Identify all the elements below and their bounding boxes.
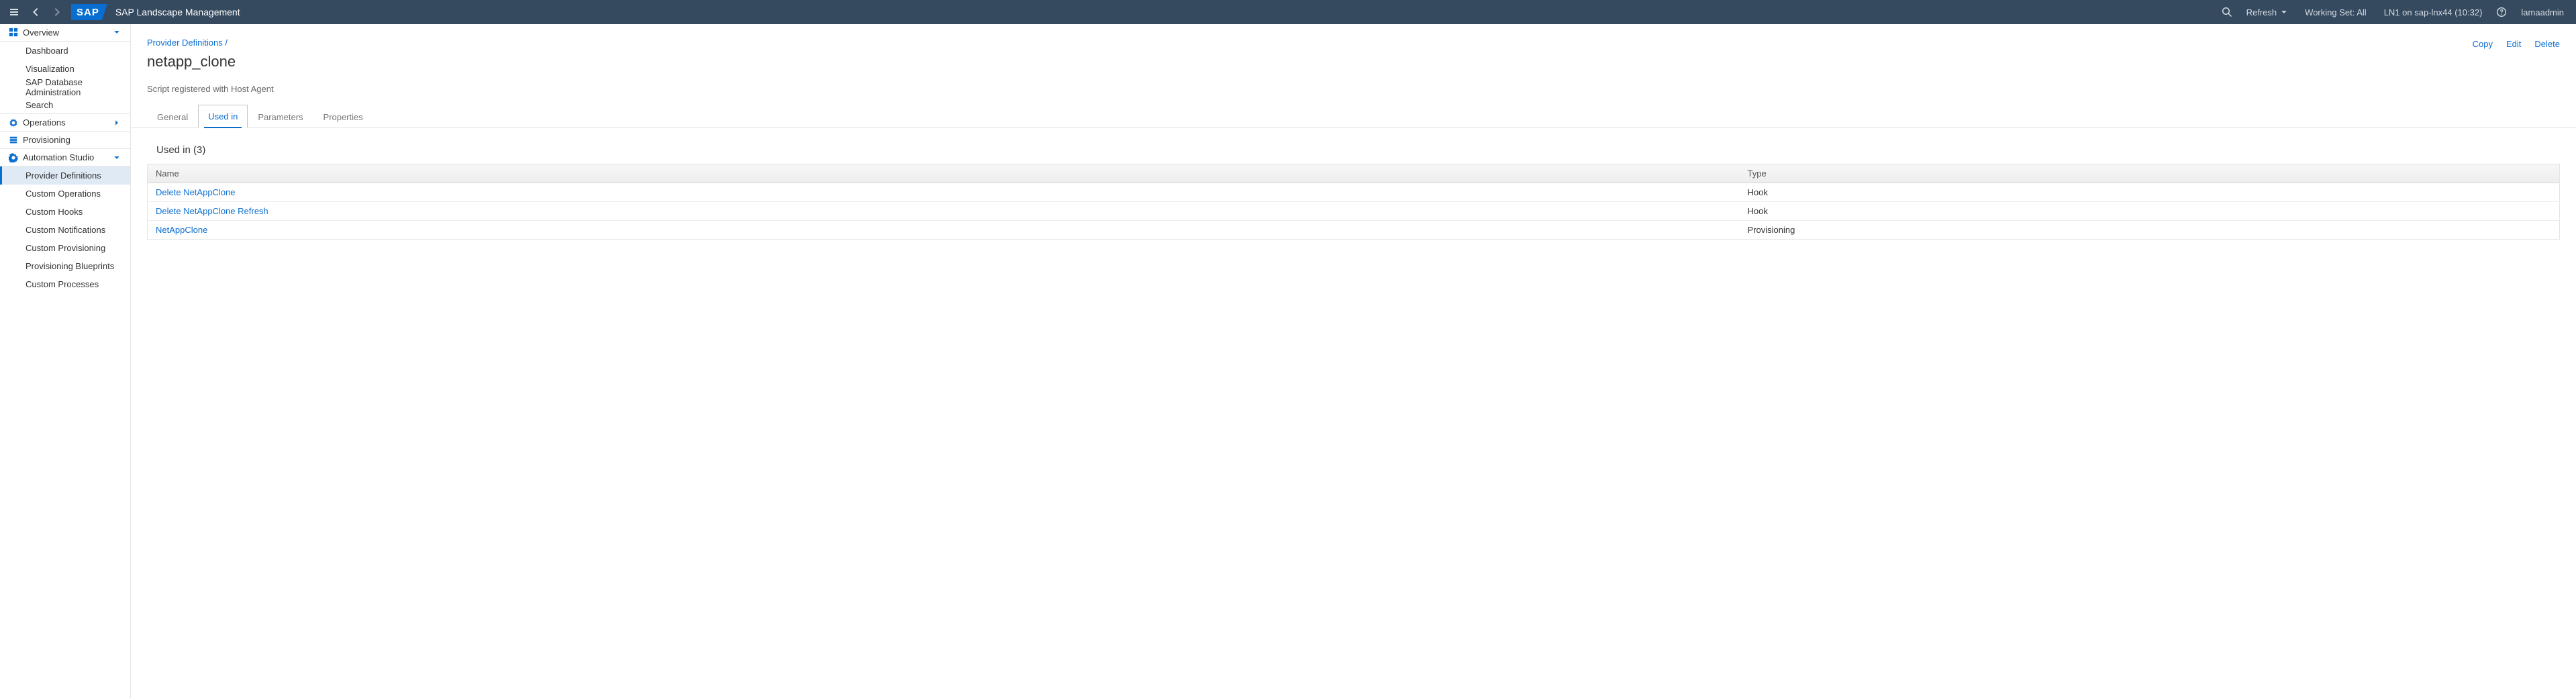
refresh-button[interactable]: Refresh <box>2240 3 2295 21</box>
sidebar-item-dashboard[interactable]: Dashboard <box>0 42 130 60</box>
table-row[interactable]: Delete NetAppClone Hook <box>148 183 2560 202</box>
provisioning-icon <box>7 136 20 145</box>
row-name-link[interactable]: Delete NetAppClone <box>148 183 1740 202</box>
table-header-row: Name Type <box>148 164 2560 183</box>
sidebar: Overview Dashboard Visualization SAP Dat… <box>0 24 131 698</box>
help-icon <box>2496 7 2507 17</box>
layout: Overview Dashboard Visualization SAP Dat… <box>0 24 2576 698</box>
top-bar: SAP SAP Landscape Management Refresh Wor… <box>0 0 2576 24</box>
operations-icon <box>7 118 20 128</box>
delete-button[interactable]: Delete <box>2534 39 2560 49</box>
row-type: Hook <box>1740 183 2560 202</box>
breadcrumb-separator: / <box>225 38 228 48</box>
copy-button[interactable]: Copy <box>2473 39 2493 49</box>
row-name-link[interactable]: Delete NetAppClone Refresh <box>148 202 1740 221</box>
column-name[interactable]: Name <box>148 164 1740 183</box>
sidebar-section-operations[interactable]: Operations <box>0 113 130 132</box>
used-in-heading: Used in (3) <box>131 128 2576 164</box>
sidebar-section-overview[interactable]: Overview <box>0 24 130 42</box>
tab-used-in[interactable]: Used in <box>198 105 248 128</box>
search-icon <box>2222 7 2232 17</box>
sap-logo: SAP <box>71 4 107 20</box>
working-set-selector[interactable]: Working Set: All <box>2298 3 2373 21</box>
tab-parameters[interactable]: Parameters <box>248 105 313 128</box>
sidebar-item-custom-notifications[interactable]: Custom Notifications <box>0 221 130 239</box>
sidebar-item-label: Visualization <box>26 64 75 74</box>
system-info-label: LN1 on sap-lnx44 (10:32) <box>2384 7 2483 17</box>
overview-icon <box>7 28 20 37</box>
nav-back-button[interactable] <box>27 3 44 21</box>
app-title: SAP Landscape Management <box>115 7 240 17</box>
page-header: Provider Definitions / netapp_clone Copy… <box>131 24 2576 77</box>
row-type: Provisioning <box>1740 221 2560 240</box>
sidebar-item-label: Provider Definitions <box>26 170 101 181</box>
chevron-down-icon <box>2281 9 2287 15</box>
row-name-link[interactable]: NetAppClone <box>148 221 1740 240</box>
sidebar-label: Overview <box>20 28 110 38</box>
sidebar-item-dbadmin[interactable]: SAP Database Administration <box>0 78 130 96</box>
chevron-down-icon <box>110 154 123 161</box>
nav-forward-button[interactable] <box>48 3 66 21</box>
sidebar-label: Provisioning <box>20 135 123 145</box>
sidebar-item-label: Search <box>26 100 53 110</box>
page-actions: Copy Edit Delete <box>2473 38 2560 49</box>
user-name: lamaadmin <box>2521 7 2564 17</box>
sidebar-item-label: Provisioning Blueprints <box>26 261 114 271</box>
tab-general[interactable]: General <box>147 105 198 128</box>
breadcrumb: Provider Definitions / <box>147 38 2473 48</box>
page-title: netapp_clone <box>147 53 2473 70</box>
user-menu[interactable]: lamaadmin <box>2514 3 2571 21</box>
sidebar-item-visualization[interactable]: Visualization <box>0 60 130 78</box>
tab-bar: General Used in Parameters Properties <box>131 105 2576 128</box>
sidebar-item-custom-processes[interactable]: Custom Processes <box>0 275 130 293</box>
sidebar-label: Operations <box>20 117 110 128</box>
chevron-down-icon <box>110 29 123 36</box>
chevron-right-icon <box>110 119 123 126</box>
breadcrumb-parent-link[interactable]: Provider Definitions <box>147 38 223 48</box>
page-subtitle: Script registered with Host Agent <box>131 77 2576 105</box>
sidebar-item-custom-operations[interactable]: Custom Operations <box>0 185 130 203</box>
sidebar-item-label: Custom Processes <box>26 279 99 289</box>
edit-button[interactable]: Edit <box>2506 39 2521 49</box>
used-in-table: Name Type Delete NetAppClone Hook Delete… <box>147 164 2560 240</box>
column-type[interactable]: Type <box>1740 164 2560 183</box>
main-content: Provider Definitions / netapp_clone Copy… <box>131 24 2576 698</box>
working-set-label: Working Set: All <box>2305 7 2367 17</box>
row-type: Hook <box>1740 202 2560 221</box>
sidebar-item-custom-provisioning[interactable]: Custom Provisioning <box>0 239 130 257</box>
help-button[interactable] <box>2493 3 2510 21</box>
sidebar-item-provisioning-blueprints[interactable]: Provisioning Blueprints <box>0 257 130 275</box>
system-info: LN1 on sap-lnx44 (10:32) <box>2377 3 2489 21</box>
chevron-left-icon <box>30 7 41 17</box>
sidebar-item-custom-hooks[interactable]: Custom Hooks <box>0 203 130 221</box>
search-button[interactable] <box>2218 3 2236 21</box>
automation-icon <box>7 153 20 162</box>
sidebar-section-automation[interactable]: Automation Studio <box>0 148 130 166</box>
hamburger-icon <box>9 7 19 17</box>
chevron-right-icon <box>52 7 62 17</box>
sidebar-section-provisioning[interactable]: Provisioning <box>0 131 130 149</box>
table-row[interactable]: NetAppClone Provisioning <box>148 221 2560 240</box>
table-row[interactable]: Delete NetAppClone Refresh Hook <box>148 202 2560 221</box>
sidebar-item-label: SAP Database Administration <box>26 77 123 97</box>
sidebar-item-search[interactable]: Search <box>0 96 130 114</box>
refresh-label: Refresh <box>2246 7 2277 17</box>
sidebar-item-label: Custom Notifications <box>26 225 105 235</box>
tab-properties[interactable]: Properties <box>313 105 373 128</box>
sidebar-item-label: Dashboard <box>26 46 68 56</box>
sidebar-item-label: Custom Hooks <box>26 207 83 217</box>
sidebar-item-provider-definitions[interactable]: Provider Definitions <box>0 166 130 185</box>
sidebar-item-label: Custom Provisioning <box>26 243 105 253</box>
menu-button[interactable] <box>5 3 23 21</box>
sidebar-item-label: Custom Operations <box>26 189 101 199</box>
sidebar-label: Automation Studio <box>20 152 110 162</box>
